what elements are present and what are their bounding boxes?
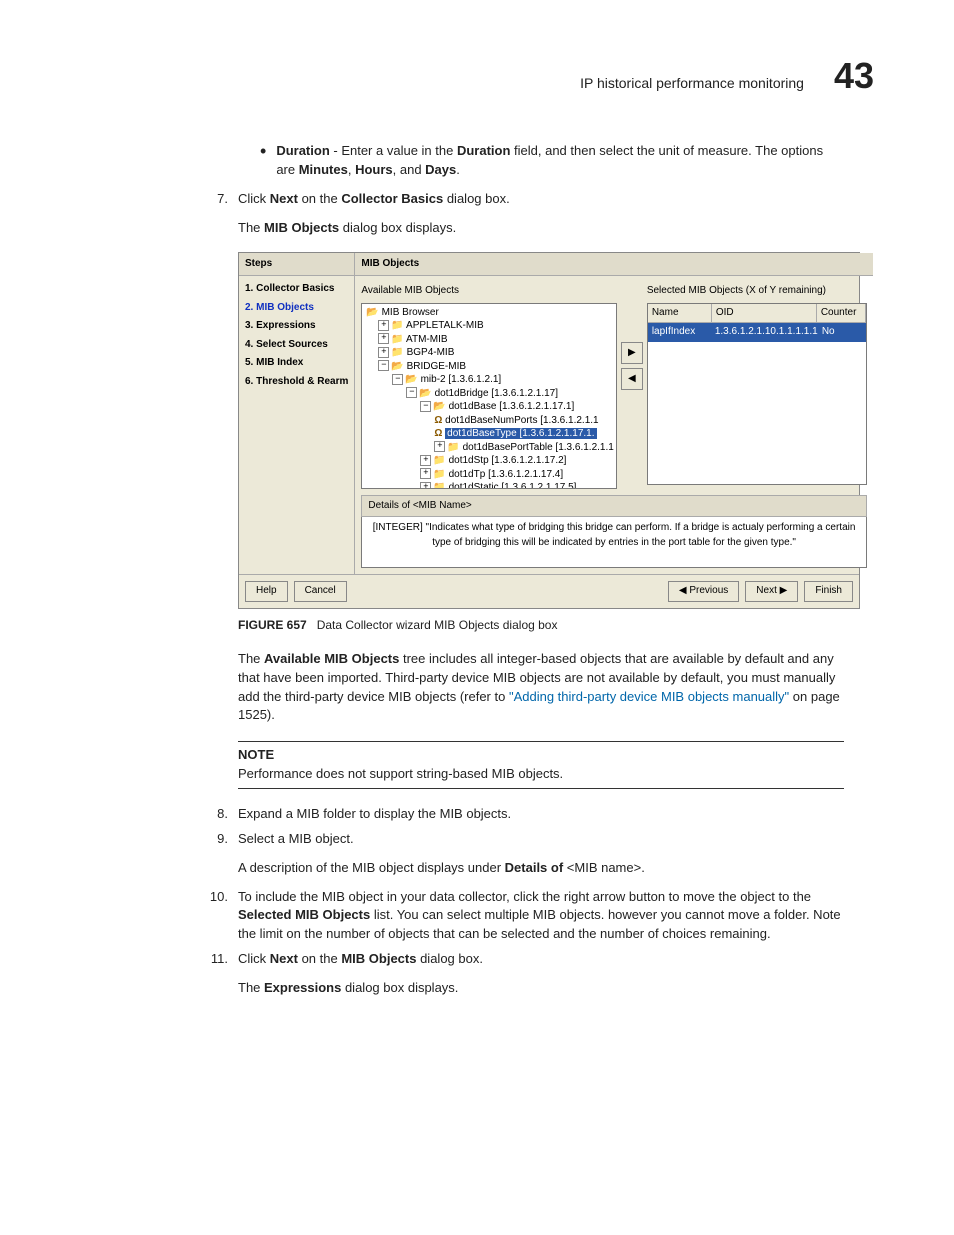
step-8: 8. Expand a MIB folder to display the MI… [200,805,844,824]
move-right-button[interactable]: ▶ [621,342,643,364]
table-header: Name OID Counter [648,304,866,324]
mib-objects-dialog: Steps 1. Collector Basics 2. MIB Objects… [238,252,860,609]
help-button[interactable]: Help [245,581,288,602]
wizard-step-5[interactable]: 5. MIB Index [245,354,348,373]
bullet-glyph: • [260,142,266,180]
step-number: 7. [200,190,228,209]
next-button[interactable]: Next ▶ [745,581,798,602]
chapter-number: 43 [834,50,874,102]
wizard-step-1[interactable]: 1. Collector Basics [245,280,348,299]
step-11: 11. Click Next on the MIB Objects dialog… [200,950,844,969]
move-left-button[interactable]: ◀ [621,368,643,390]
wizard-step-2[interactable]: 2. MIB Objects [245,299,348,318]
wizard-step-6[interactable]: 6. Threshold & Rearm [245,373,348,392]
details-text: [INTEGER] "Indicates what type of bridgi… [361,517,866,568]
wizard-step-4[interactable]: 4. Select Sources [245,336,348,355]
available-title: Available MIB Objects [361,282,616,303]
note-text: Performance does not support string-base… [238,765,844,784]
wizard-steps-pane: Steps 1. Collector Basics 2. MIB Objects… [239,253,355,575]
bullet-item: • Duration - Enter a value in the Durati… [260,142,844,180]
step-9: 9. Select a MIB object. [200,830,844,849]
steps-title: Steps [239,253,354,277]
selected-title: Selected MIB Objects (X of Y remaining) [647,282,867,303]
body-paragraph: The Available MIB Objects tree includes … [238,650,844,725]
previous-button[interactable]: ◀ Previous [668,581,739,602]
details-title: Details of <MIB Name> [361,495,866,518]
figure-caption: FIGURE 657Data Collector wizard MIB Obje… [238,617,844,634]
step-11-result: The Expressions dialog box displays. [238,979,844,998]
link-adding-third-party[interactable]: "Adding third-party device MIB objects m… [509,689,789,704]
wizard-step-3[interactable]: 3. Expressions [245,317,348,336]
finish-button[interactable]: Finish [804,581,853,602]
cancel-button[interactable]: Cancel [294,581,347,602]
mib-tree[interactable]: 📂 MIB Browser +📁 APPLETALK-MIB +📁 ATM-MI… [361,303,616,489]
selected-table[interactable]: Name OID Counter lapIfIndex 1.3.6.1.2.1.… [647,303,867,485]
table-row[interactable]: lapIfIndex 1.3.6.1.2.1.10.1.1.1.1.1 No [648,323,866,342]
header-title: IP historical performance monitoring [580,73,804,93]
mib-objects-title: MIB Objects [355,253,872,277]
step-7-result: The MIB Objects dialog box displays. [238,219,844,238]
bullet-text: Duration - Enter a value in the Duration… [276,142,844,180]
note-label: NOTE [238,746,844,765]
step-10: 10. To include the MIB object in your da… [200,888,844,945]
page-header: IP historical performance monitoring 43 [80,50,874,102]
note-block: NOTE Performance does not support string… [238,741,844,789]
step-9-result: A description of the MIB object displays… [238,859,844,878]
step-7: 7. Click Next on the Collector Basics di… [200,190,844,209]
